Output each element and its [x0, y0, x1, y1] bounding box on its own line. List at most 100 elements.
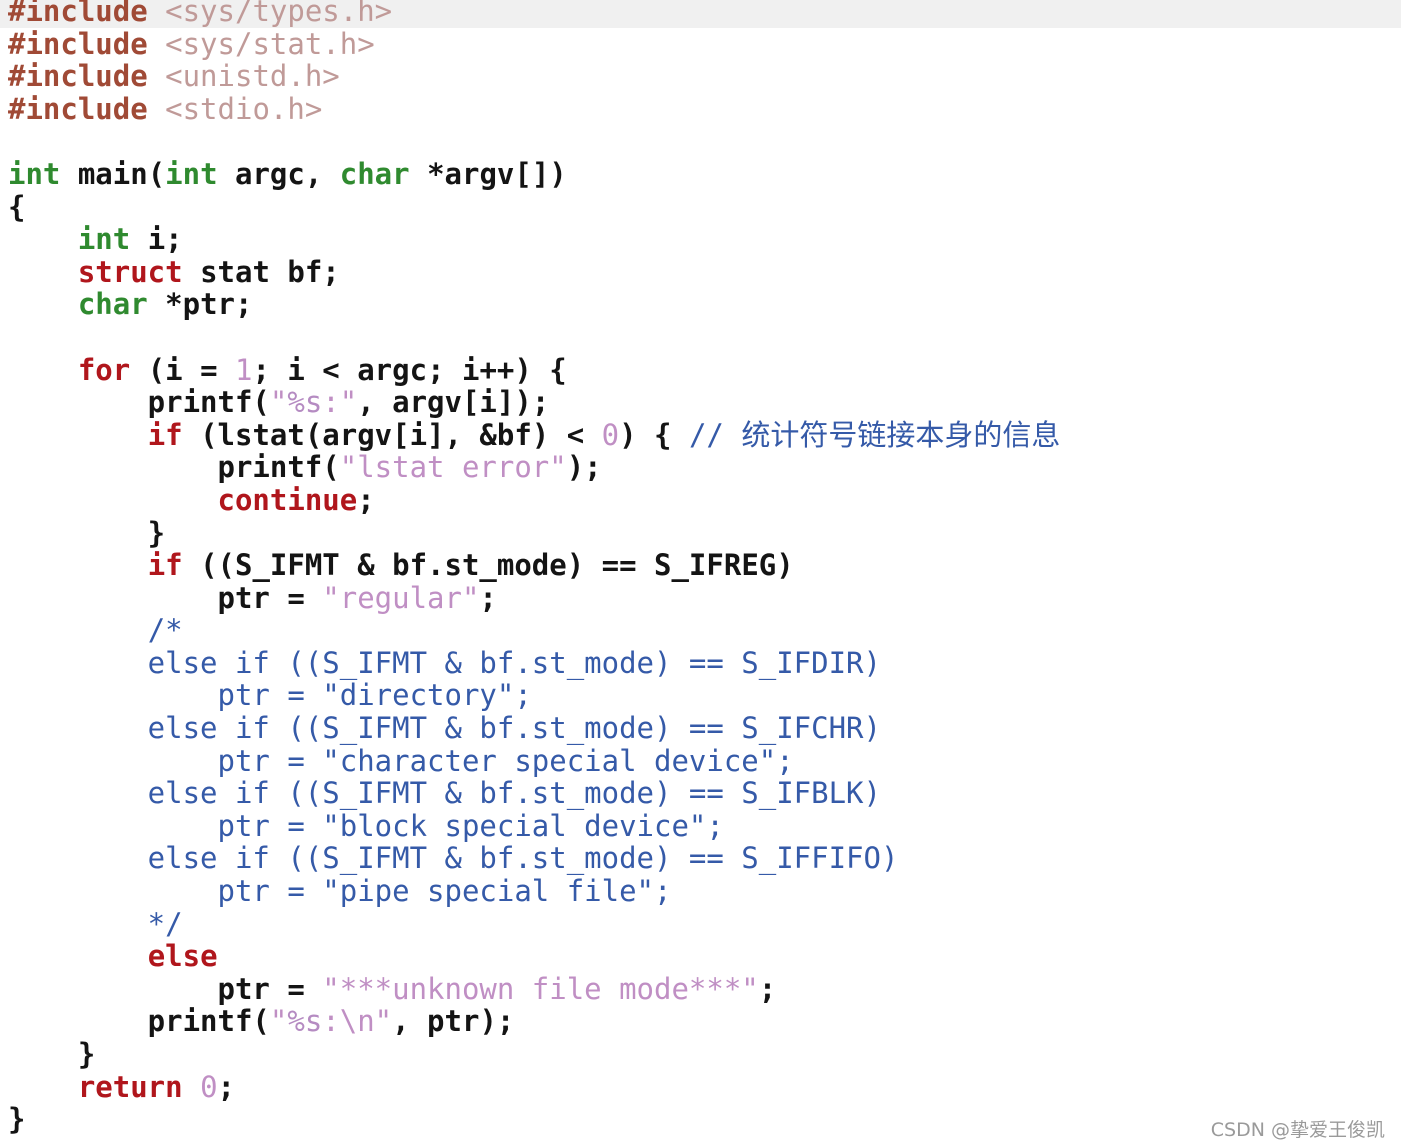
code-line[interactable]: #include <unistd.h> — [8, 60, 1401, 93]
string-literal-token: "***unknown file mode***" — [322, 971, 759, 1006]
code-line[interactable]: ptr = "character special device"; — [8, 743, 1401, 778]
code-token: stat bf; — [182, 254, 340, 289]
code-token: ; i < argc; i++) { — [252, 352, 567, 387]
code-line[interactable]: int i; — [8, 223, 1401, 256]
watermark: CSDN @挚爱王俊凯 — [1210, 1119, 1385, 1141]
code-line[interactable]: char *ptr; — [8, 288, 1401, 321]
comment-token: ptr = "pipe special file"; — [8, 874, 672, 909]
code-token: i; — [130, 222, 183, 257]
comment-token: ptr = "directory"; — [8, 678, 532, 713]
format-specifier-token: %s — [287, 1004, 323, 1039]
comment-token: // — [688, 417, 742, 452]
code-line[interactable]: else — [8, 940, 1401, 973]
include-path-token: <unistd.h> — [165, 59, 340, 94]
code-line[interactable]: printf("lstat error"); — [8, 451, 1401, 484]
string-literal-token: :" — [322, 385, 358, 420]
include-path-token: <sys/stat.h> — [165, 26, 375, 61]
code-line[interactable]: struct stat bf; — [8, 254, 1401, 289]
comment-text-token: 统计符号链接本身的信息 — [741, 417, 1061, 452]
preprocessor-token: #include — [8, 0, 166, 28]
code-line[interactable]: printf("%s:", argv[i]); — [8, 386, 1401, 419]
code-line[interactable]: else if ((S_IFMT & bf.st_mode) == S_IFCH… — [8, 712, 1401, 745]
code-line[interactable] — [8, 321, 1401, 354]
code-token: printf( — [8, 450, 340, 485]
code-line[interactable]: /* — [8, 614, 1401, 647]
comment-token: else if ((S_IFMT & bf.st_mode) == S_IFDI… — [8, 645, 881, 680]
keyword-token: if — [147, 548, 183, 583]
keyword-token: for — [77, 352, 131, 387]
include-path-token: <sys/types.h> — [165, 0, 393, 28]
keyword-token: continue — [217, 482, 358, 517]
code-line[interactable]: return 0; — [8, 1069, 1401, 1104]
preprocessor-token: #include — [8, 59, 166, 94]
code-line[interactable]: ptr = "directory"; — [8, 679, 1401, 712]
preprocessor-token: #include — [8, 26, 166, 61]
code-line[interactable]: else if ((S_IFMT & bf.st_mode) == S_IFBL… — [8, 777, 1401, 810]
include-path-token: <stdio.h> — [165, 91, 323, 126]
string-literal-token: " — [269, 385, 288, 420]
code-token: ; — [217, 1069, 236, 1104]
code-line[interactable]: } — [8, 1103, 1401, 1136]
code-line[interactable] — [8, 125, 1401, 158]
code-view: #include <sys/types.h> #include <sys/stat… — [0, 0, 1401, 1136]
code-line[interactable]: #include <stdio.h> — [8, 91, 1401, 126]
code-token: ptr = — [8, 971, 323, 1006]
comment-token: */ — [8, 906, 183, 941]
code-line[interactable]: ptr = "block special device"; — [8, 810, 1401, 843]
code-line[interactable]: #include <sys/stat.h> — [8, 26, 1401, 61]
code-line[interactable]: for (i = 1; i < argc; i++) { — [8, 352, 1401, 387]
code-line[interactable]: ptr = "***unknown file mode***"; — [8, 973, 1401, 1006]
code-line[interactable]: if (lstat(argv[i], &bf) < 0) { // 统计符号链接… — [8, 417, 1401, 452]
code-line[interactable]: */ — [8, 906, 1401, 941]
format-specifier-token: %s — [287, 385, 323, 420]
code-token: printf( — [8, 385, 270, 420]
code-token: , ptr); — [392, 1004, 515, 1039]
number-literal-token: 0 — [601, 417, 620, 452]
code-token: } — [8, 1102, 26, 1137]
code-token: (lstat(argv[i], &bf) < — [182, 417, 602, 452]
code-line[interactable]: int main(int argc, char *argv[]) — [8, 158, 1401, 191]
type-keyword-token: int — [77, 222, 131, 257]
code-line[interactable]: ptr = "pipe special file"; — [8, 875, 1401, 908]
code-line[interactable]: printf("%s:\n", ptr); — [8, 1005, 1401, 1038]
comment-token: ptr = "character special device"; — [8, 743, 794, 778]
code-line[interactable]: #include <sys/types.h> — [0, 0, 1401, 28]
code-token: ) { — [619, 417, 689, 452]
code-token: argc, — [217, 156, 340, 191]
code-token: ptr = — [8, 580, 323, 615]
code-line[interactable]: ptr = "regular"; — [8, 580, 1401, 615]
code-line[interactable]: else if ((S_IFMT & bf.st_mode) == S_IFDI… — [8, 647, 1401, 680]
number-literal-token: 1 — [235, 352, 253, 387]
comment-token: else if ((S_IFMT & bf.st_mode) == S_IFCH… — [8, 711, 881, 746]
type-keyword-token: char — [339, 156, 410, 191]
code-line[interactable]: { — [8, 189, 1401, 224]
preprocessor-token: #include — [8, 91, 166, 126]
code-token: , argv[i]); — [357, 385, 550, 420]
comment-token: ptr = "block special device"; — [8, 808, 724, 843]
comment-token: else if ((S_IFMT & bf.st_mode) == S_IFFI… — [8, 841, 899, 876]
code-editor[interactable]: #include <sys/types.h> #include <sys/stat… — [0, 0, 1401, 1148]
code-token: ; — [357, 482, 375, 517]
keyword-token: if — [147, 417, 183, 452]
code-line[interactable]: if ((S_IFMT & bf.st_mode) == S_IFREG) — [8, 549, 1401, 582]
string-literal-token: :\n" — [322, 1004, 393, 1039]
code-line[interactable]: } — [8, 1038, 1401, 1071]
code-line[interactable]: else if ((S_IFMT & bf.st_mode) == S_IFFI… — [8, 842, 1401, 875]
type-keyword-token: int — [165, 156, 218, 191]
keyword-token: return — [77, 1069, 183, 1104]
code-line[interactable]: continue; — [8, 484, 1401, 517]
code-token: ; — [479, 580, 497, 615]
string-literal-token: "lstat error" — [339, 450, 567, 485]
code-token: { — [8, 189, 26, 224]
string-literal-token: "regular" — [322, 580, 480, 615]
code-token: *argv[]) — [409, 156, 567, 191]
code-token: } — [8, 1037, 96, 1071]
code-line[interactable]: } — [8, 516, 1401, 550]
